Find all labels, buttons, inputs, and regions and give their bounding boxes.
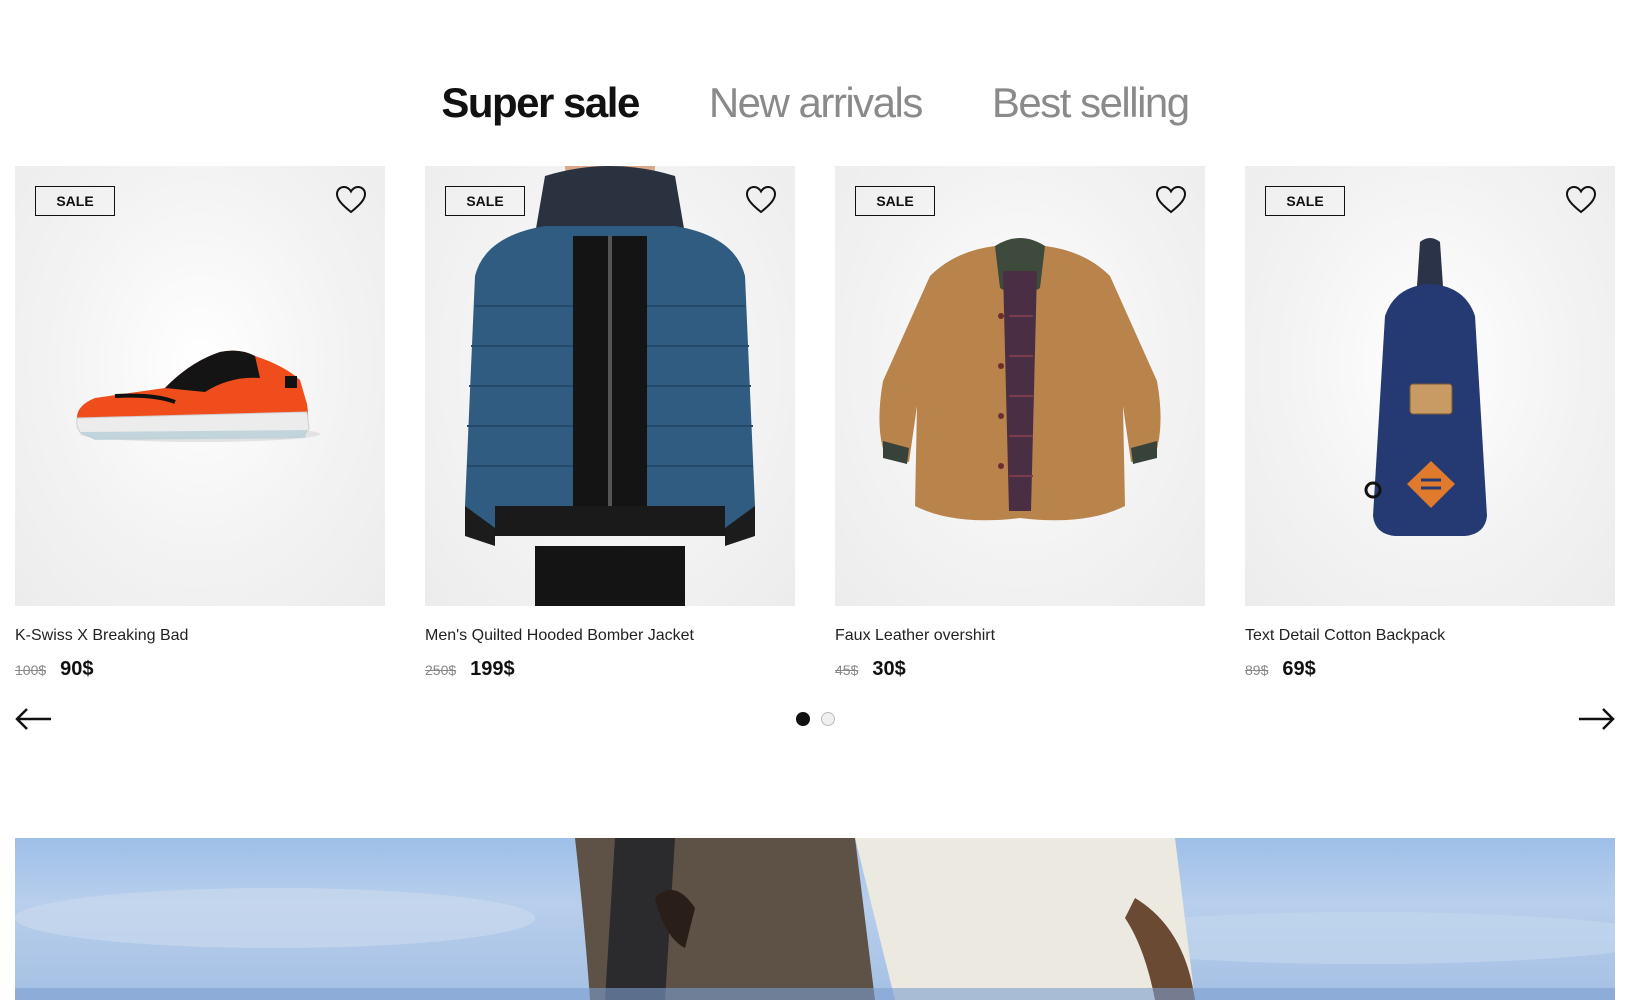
product-title[interactable]: Men's Quilted Hooded Bomber Jacket [425,626,795,646]
heart-icon[interactable] [1565,184,1597,216]
product-image-container[interactable]: SALE [835,166,1205,606]
product-image-container[interactable]: SALE [15,166,385,606]
product-image-container[interactable]: SALE [1245,166,1615,606]
carousel-navigation [15,706,1615,732]
sale-badge: SALE [445,186,525,216]
sale-badge: SALE [855,186,935,216]
orange-sneaker-image [76,350,320,442]
product-title[interactable]: K-Swiss X Breaking Bad [15,626,385,646]
product-image-container[interactable]: SALE [425,166,795,606]
sale-badge: SALE [35,186,115,216]
tab-new-arrivals[interactable]: New arrivals [709,78,924,128]
arrow-right-icon[interactable] [1577,706,1615,732]
product-card[interactable]: SALE Men's Quilted Hooded Bomber Jacket … [425,166,795,681]
sale-price: 199$ [470,658,515,680]
old-price: 100$ [15,662,47,678]
price-row: 250$ 199$ [425,658,795,681]
price-row: 100$ 90$ [15,658,385,681]
price-row: 89$ 69$ [1245,658,1615,681]
product-title[interactable]: Faux Leather overshirt [835,626,1205,646]
tab-best-selling[interactable]: Best selling [992,78,1190,128]
old-price: 45$ [835,662,859,678]
sale-price: 69$ [1282,658,1316,680]
promo-banner[interactable] [15,838,1615,1000]
old-price: 89$ [1245,662,1269,678]
pagination-dot-2[interactable] [820,712,835,726]
sale-price: 30$ [872,658,906,680]
product-carousel: SALE K-Swiss X Breaking Bad 100$ 90$ SAL… [15,166,1615,681]
product-card[interactable]: SALE Text Detail Cotton Backpack 89$ 69$ [1245,166,1615,681]
product-card[interactable]: SALE K-Swiss X Breaking Bad 100$ 90$ [15,166,385,681]
banner-image [15,838,1615,1000]
navy-sling-backpack-image [1364,238,1487,536]
pagination-dot-1[interactable] [795,712,810,726]
tab-super-sale[interactable]: Super sale [441,78,640,128]
heart-icon[interactable] [745,184,777,216]
product-card[interactable]: SALE Faux Leather overshirt 45$ 30$ [835,166,1205,681]
sale-price: 90$ [60,658,94,680]
heart-icon[interactable] [1155,184,1187,216]
tan-overshirt-image [879,238,1161,521]
sale-badge: SALE [1265,186,1345,216]
price-row: 45$ 30$ [835,658,1205,681]
old-price: 250$ [425,662,457,678]
product-tabs: Super sale New arrivals Best selling [0,78,1630,128]
blue-puffer-jacket-image [465,166,755,606]
heart-icon[interactable] [335,184,367,216]
carousel-pagination [15,712,1615,726]
product-title[interactable]: Text Detail Cotton Backpack [1245,626,1615,646]
